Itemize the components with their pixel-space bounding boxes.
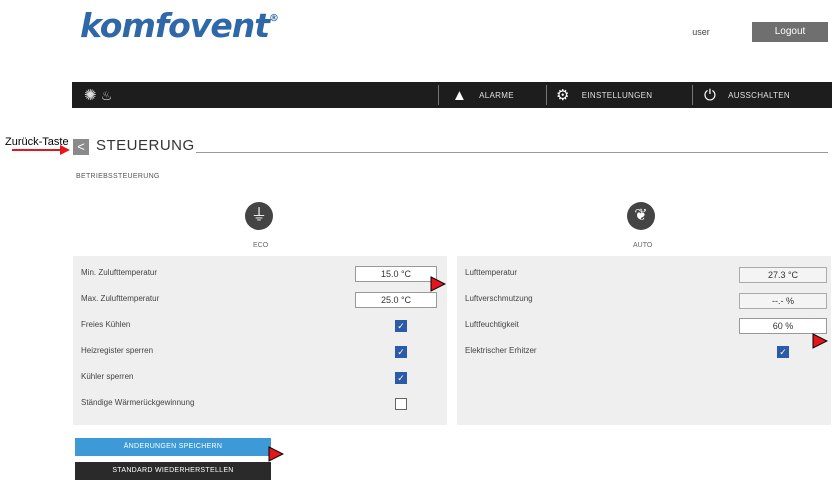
save-changes-button[interactable]: ÄNDERUNGEN SPEICHERN	[75, 438, 271, 456]
user-button[interactable]: user	[664, 22, 738, 42]
block-cooler-checkbox[interactable]: ✓	[395, 372, 407, 384]
plug-icon: ⏚	[245, 202, 273, 230]
warning-icon: ▲	[452, 86, 468, 104]
page-title: STEUERUNG	[96, 137, 195, 154]
fan-icon: ✺	[84, 87, 97, 104]
eco-row-label: Min. Zulufttemperatur	[81, 268, 158, 277]
nav-settings-label: EINSTELLUNGEN	[581, 90, 653, 100]
logout-button[interactable]: Logout	[752, 22, 828, 42]
back-button[interactable]: <	[73, 139, 89, 155]
nav-settings[interactable]: ⚙ EINSTELLUNGEN	[556, 82, 652, 108]
air-temperature-value: 27.3 °C	[739, 267, 827, 283]
nav-power-off[interactable]: ⏻ AUSSCHALTEN	[704, 82, 790, 108]
nav-alarms-label: ALARME	[479, 90, 514, 100]
top-navbar: ✺ ♨ ▲ ALARME ⚙ EINSTELLUNGEN ⏻ AUSSCHALT…	[72, 82, 832, 108]
nav-off-label: AUSSCHALTEN	[728, 90, 791, 100]
registered-mark: ®	[269, 13, 279, 24]
pointer-cursor-icon	[812, 333, 828, 349]
leaf-icon: ❦	[627, 202, 655, 230]
section-label: BETRIEBSSTEUERUNG	[76, 173, 160, 180]
nav-separator	[546, 85, 547, 105]
gear-icon: ⚙	[556, 87, 570, 104]
restore-defaults-button[interactable]: STANDARD WIEDERHERSTELLEN	[75, 462, 271, 480]
eco-row-label: Freies Kühlen	[81, 320, 131, 329]
eco-row-label: Kühler sperren	[81, 372, 134, 381]
pointer-cursor-icon	[430, 276, 446, 292]
auto-mode-header[interactable]: ❦ AUTO	[457, 192, 831, 256]
eco-mode-header[interactable]: ⏚ ECO	[73, 192, 447, 256]
eco-row-label: Ständige Wärmerückgewinnung	[81, 398, 195, 407]
free-cooling-checkbox[interactable]: ✓	[395, 320, 407, 332]
auto-mode-label: AUTO	[633, 242, 653, 249]
eco-row-label: Heizregister sperren	[81, 346, 154, 355]
pointer-cursor-icon	[268, 446, 284, 462]
max-supply-temp-input[interactable]: 25.0 °C	[355, 292, 437, 308]
eco-mode-label: ECO	[253, 242, 269, 249]
title-divider	[196, 152, 828, 153]
red-arrow-icon	[12, 145, 70, 155]
nav-separator	[692, 85, 693, 105]
eco-panel: ⏚ ECO Min. Zulufttemperatur 15.0 °C Max.…	[73, 192, 447, 425]
auto-row-label: Elektrischer Erhitzer	[465, 346, 537, 355]
nav-alarms[interactable]: ▲ ALARME	[452, 82, 514, 108]
brand-name: komfovent	[80, 6, 270, 45]
humidity-icon: ♨	[100, 88, 113, 103]
electric-heater-checkbox[interactable]: ✓	[777, 346, 789, 358]
auto-row-label: Lufttemperatur	[465, 268, 518, 277]
auto-row-label: Luftfeuchtigkeit	[465, 320, 519, 329]
eco-row-label: Max. Zulufttemperatur	[81, 294, 160, 303]
auto-row-label: Luftverschmutzung	[465, 294, 533, 303]
constant-heat-recovery-checkbox[interactable]	[395, 398, 407, 410]
nav-separator	[438, 85, 439, 105]
komfovent-logo: komfovent®	[80, 6, 279, 45]
unit-mode-icons: ✺ ♨	[84, 86, 112, 104]
humidity-input[interactable]: 60 %	[739, 318, 827, 334]
air-pollution-value: --.- %	[739, 293, 827, 309]
auto-panel: ❦ AUTO Lufttemperatur 27.3 °C Luftversch…	[457, 192, 831, 425]
block-heater-checkbox[interactable]: ✓	[395, 346, 407, 358]
power-icon: ⏻	[704, 86, 717, 104]
min-supply-temp-input[interactable]: 15.0 °C	[355, 266, 437, 282]
